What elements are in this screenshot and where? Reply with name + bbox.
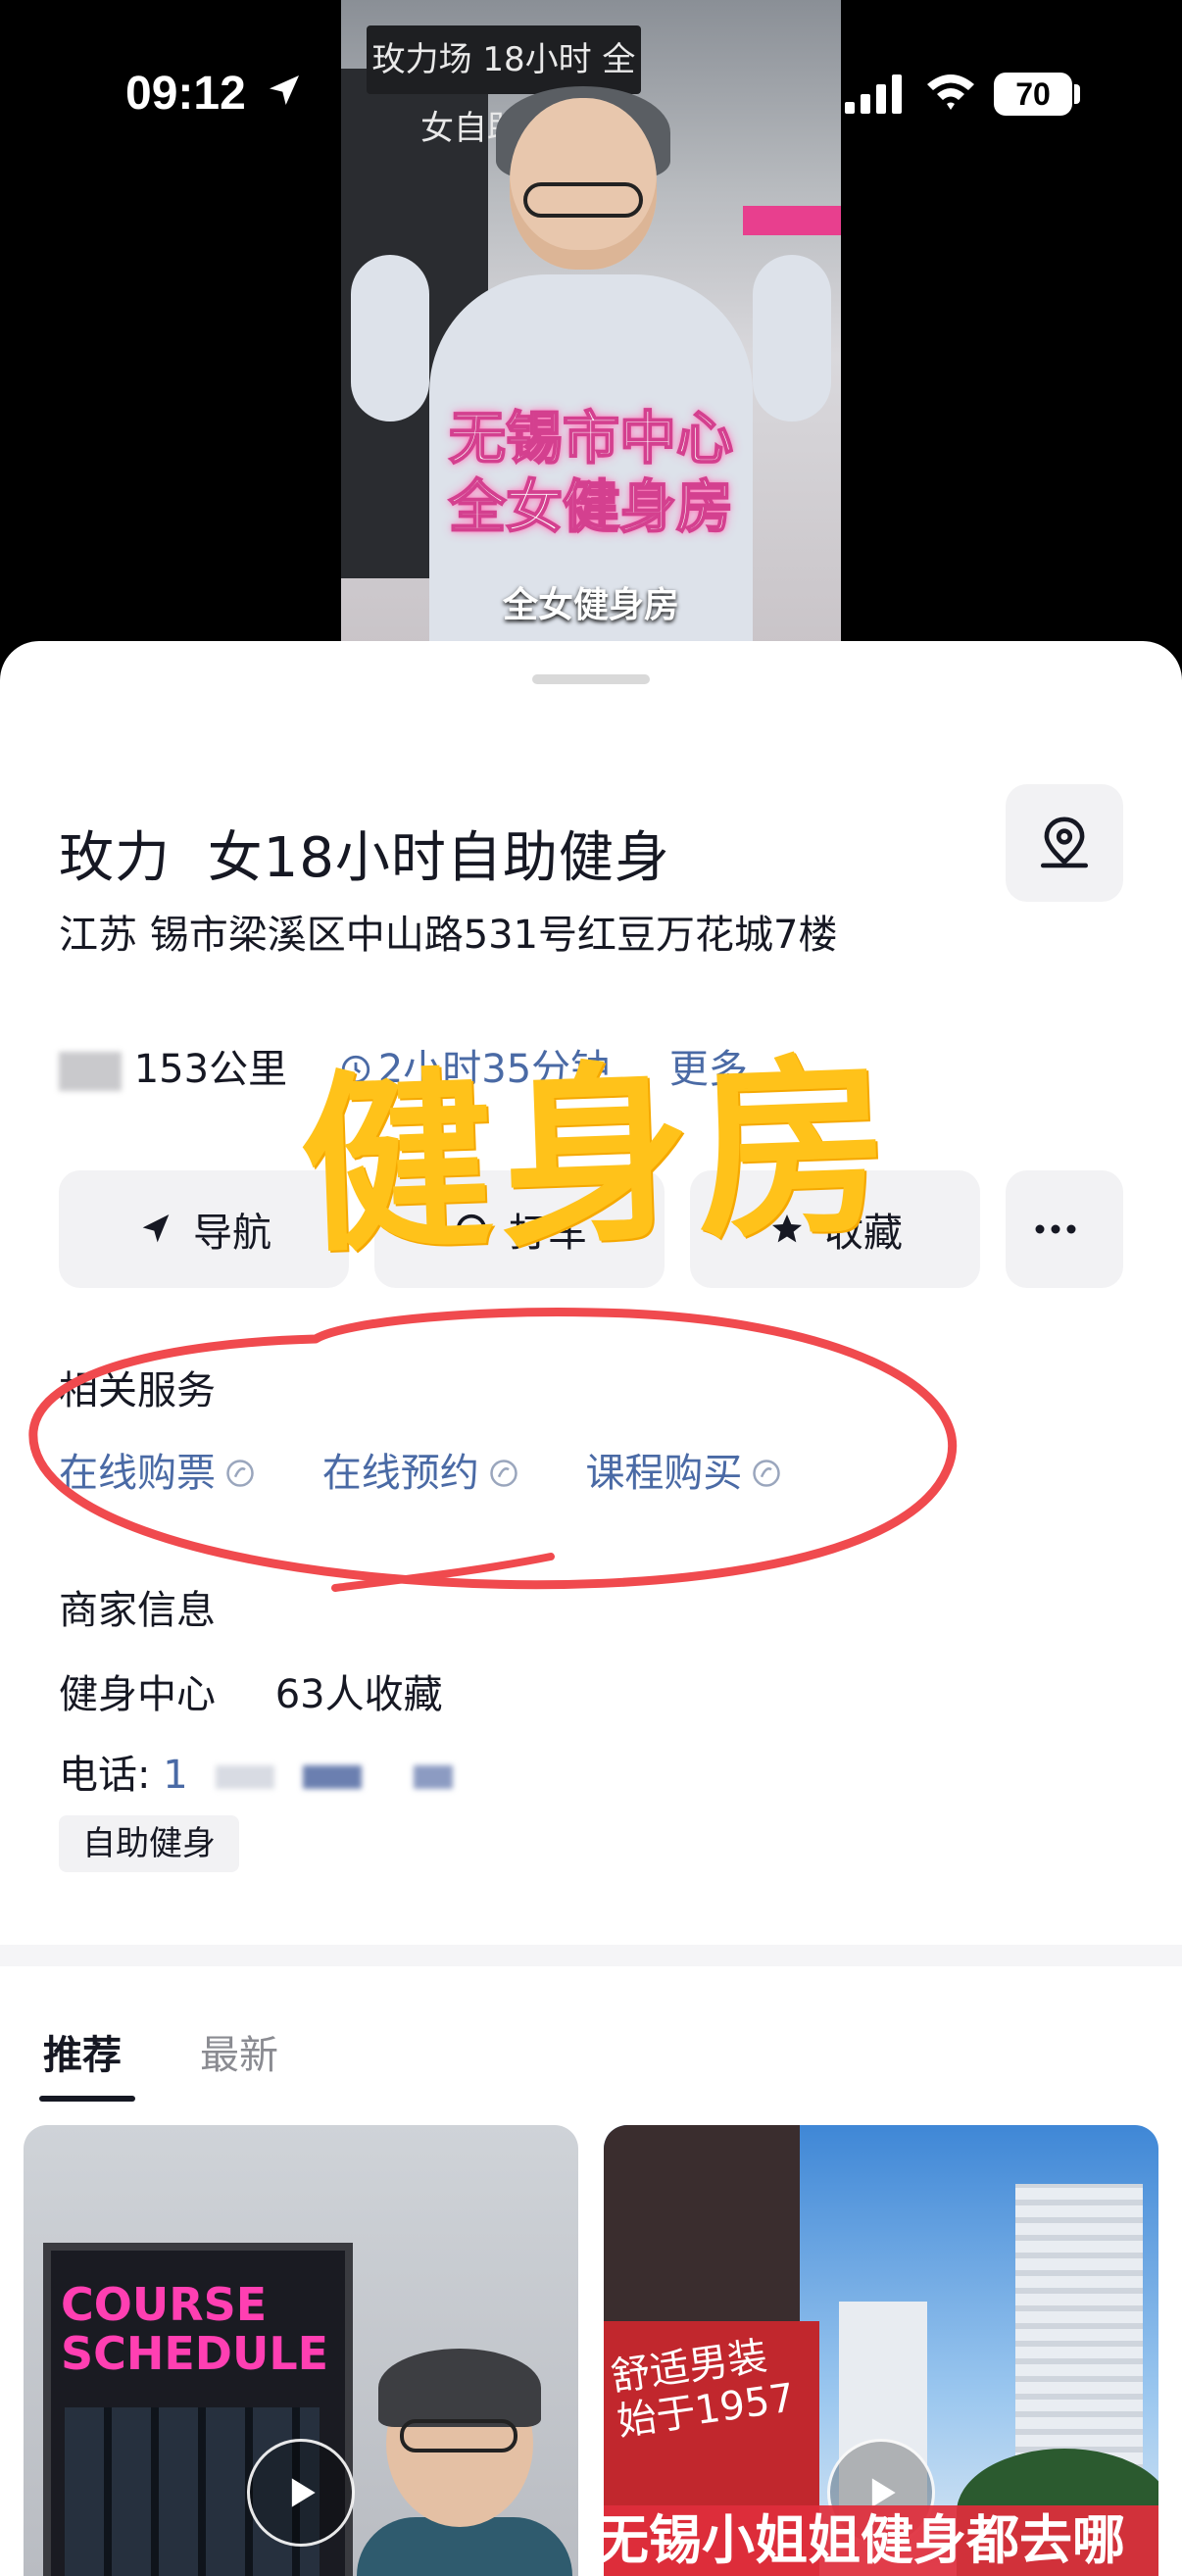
service-label: 课程购买: [585, 1451, 743, 1496]
map-pin-icon: [1040, 817, 1089, 868]
gym-sign: 玫力场 18小时 全女自助健身: [367, 25, 641, 148]
service-label: 在线预约: [321, 1451, 479, 1496]
video-caption-line2: 全女健身房: [448, 472, 734, 541]
merchant-heading: 商家信息: [59, 1588, 216, 1633]
poi-title: 玫力‍‍ ‍ 女18小时自助健身: [59, 826, 670, 890]
mini-program-icon: [753, 1460, 781, 1487]
service-links: 在线购票 在线预约 课程购买: [59, 1441, 836, 1498]
tab-recommended[interactable]: 推荐: [43, 2023, 122, 2080]
favorite-count: 63人收藏: [274, 1672, 443, 1717]
play-button[interactable]: [247, 2439, 355, 2547]
redacted-block: [303, 1765, 363, 1789]
service-label: 在线购票: [59, 1451, 216, 1496]
wifi-icon: [927, 74, 974, 110]
person-glasses: [400, 2419, 517, 2452]
map-location-button[interactable]: [1006, 784, 1123, 902]
category-tag: 自助健身: [59, 1815, 239, 1872]
status-time: 09:12: [125, 68, 246, 120]
video-card[interactable]: 舒适男装 始于1957 无锡小姐姐健身都去哪: [604, 2125, 1158, 2576]
redacted-block: [59, 1052, 122, 1091]
location-arrow-icon: [270, 75, 299, 105]
video-banner-text: 无锡小姐姐健身都去哪: [604, 2505, 1158, 2576]
tab-latest[interactable]: 最新: [200, 2023, 278, 2080]
navigate-arrow-icon: [142, 1214, 170, 1243]
service-online-booking[interactable]: 在线预约: [322, 1441, 518, 1498]
merchant-info-row: 健身中心 63人收藏: [59, 1662, 443, 1719]
video-background[interactable]: 玫力场 18小时 全女自助健身 无锡市中心 全女健身房 全女健身房 09:12 …: [0, 0, 1182, 686]
service-online-ticket[interactable]: 在线购票: [59, 1441, 255, 1498]
active-tab-indicator: [39, 2096, 135, 2102]
battery-nub: [1074, 84, 1080, 104]
merchant-category: 健身中心: [59, 1672, 216, 1717]
phone-label: 电话:: [59, 1753, 151, 1798]
drag-handle[interactable]: [532, 674, 650, 684]
more-options-button[interactable]: [1006, 1170, 1123, 1288]
navigate-label: 导航: [193, 1211, 271, 1256]
person-hair: [378, 2349, 541, 2427]
poi-distance: 153公里: [133, 1047, 288, 1092]
board-text: COURSE SCHEDULE: [61, 2278, 329, 2380]
cellular-signal-icon: [845, 74, 902, 114]
overlay-annotation-text: 健身房: [296, 1035, 899, 1280]
mini-program-icon: [226, 1460, 254, 1487]
person-glasses: [523, 182, 643, 218]
phone-row[interactable]: 电话: 1: [59, 1743, 453, 1800]
battery-indicator: 70: [994, 73, 1072, 116]
storefront-sign: 舒适男装 始于1957: [608, 2333, 798, 2446]
service-course-purchase[interactable]: 课程购买: [585, 1441, 781, 1498]
redacted-block: [413, 1765, 453, 1789]
services-heading: 相关服务: [59, 1368, 216, 1413]
redacted-block: [216, 1765, 275, 1789]
section-divider: [0, 1945, 1182, 1966]
poi-address: 江苏 锡市梁溪区中山路531号红豆万花城7楼: [59, 913, 838, 958]
video-card[interactable]: COURSE SCHEDULE: [24, 2125, 578, 2576]
neon-sign: [743, 206, 841, 235]
phone-number[interactable]: 1: [163, 1753, 187, 1798]
more-dots-icon: [1035, 1224, 1076, 1234]
video-subtitle: 全女健身房: [502, 585, 679, 625]
mini-program-icon: [489, 1460, 517, 1487]
video-frame[interactable]: 玫力场 18小时 全女自助健身 无锡市中心 全女健身房 全女健身房: [341, 0, 841, 647]
play-icon: [291, 2478, 316, 2507]
